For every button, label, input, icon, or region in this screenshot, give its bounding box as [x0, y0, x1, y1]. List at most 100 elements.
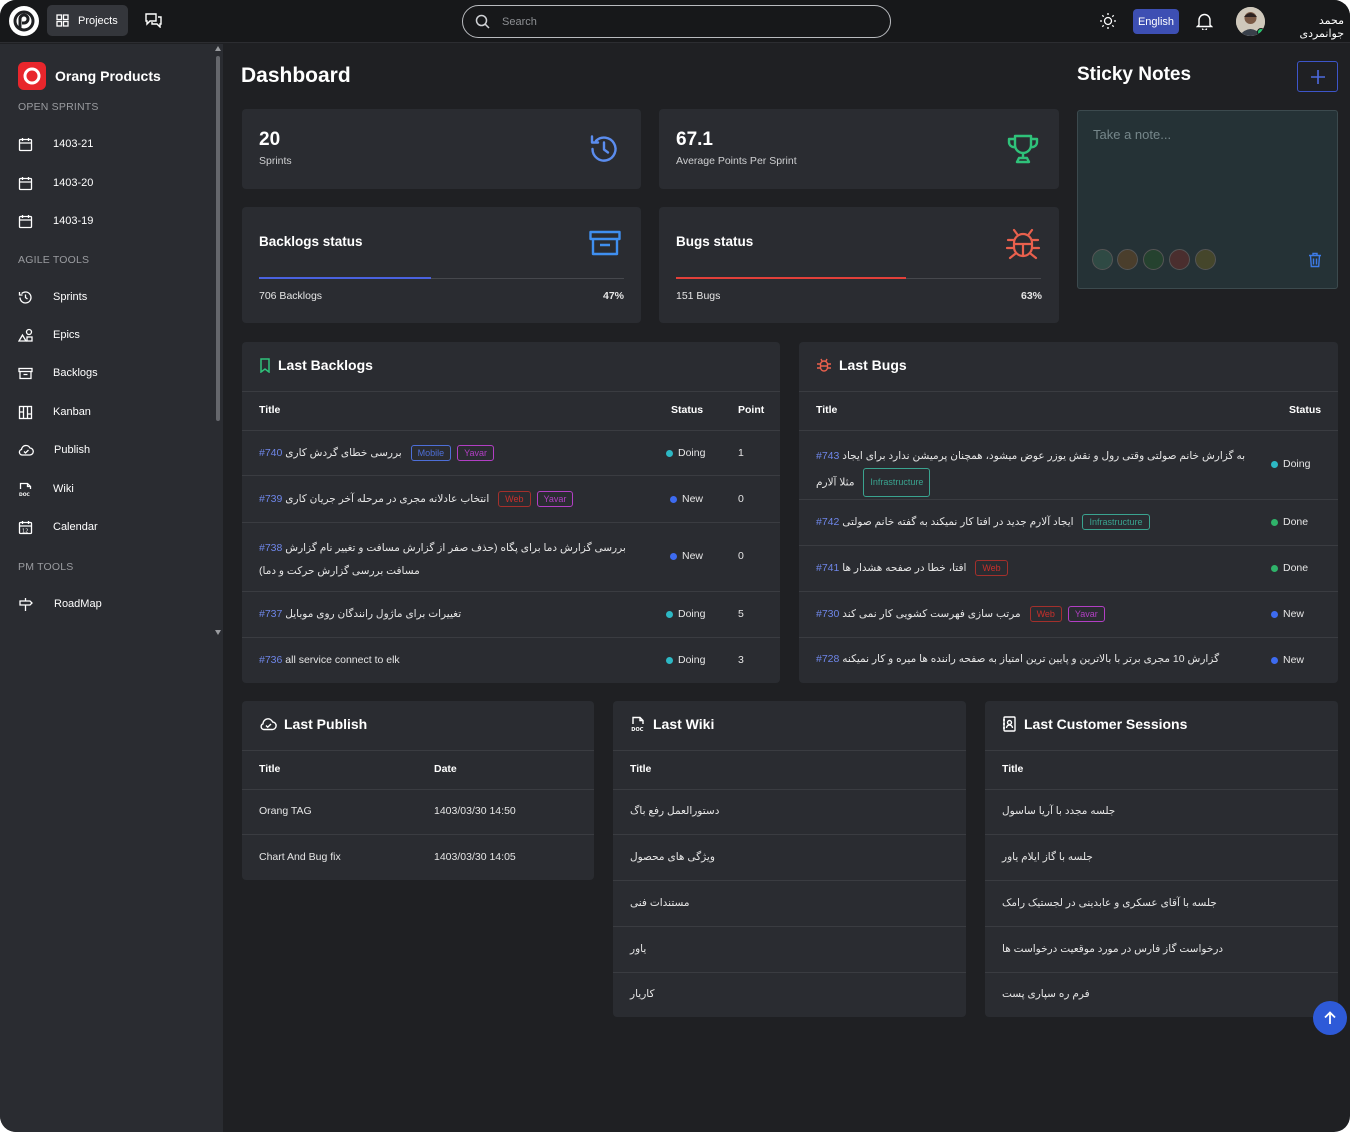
publish-row-title[interactable]: Orang TAG [259, 805, 312, 817]
wiki-row[interactable]: دستورالعمل رفع باگ [630, 805, 719, 817]
color-swatch-green[interactable] [1143, 249, 1164, 270]
sidebar-item-sprint-1403-21[interactable]: 1403-21 [18, 131, 208, 157]
table-row[interactable]: #741 افتا، خطا در صفحه هشدار ها Web [816, 560, 1256, 576]
column-point[interactable]: Point [738, 404, 764, 416]
sidebar-item-sprints[interactable]: Sprints [18, 284, 208, 310]
color-swatch-brown[interactable] [1117, 249, 1138, 270]
wiki-row[interactable]: ویژگی های محصول [630, 851, 715, 863]
publish-row-date: 1403/03/30 14:50 [434, 805, 516, 817]
point-value: 0 [738, 550, 744, 562]
table-row[interactable]: #742 ایجاد آلارم جدید در افتا کار نمیکند… [816, 514, 1256, 530]
point-value: 5 [738, 608, 744, 620]
column-status[interactable]: Status [671, 404, 703, 416]
publish-row-title[interactable]: Chart And Bug fix [259, 851, 341, 863]
table-row[interactable]: #736 all service connect to elk [259, 654, 649, 666]
column-title[interactable]: Title [259, 404, 280, 416]
publish-row-date: 1403/03/30 14:05 [434, 851, 516, 863]
theme-sun-icon[interactable] [1099, 12, 1117, 30]
last-wiki-table: DOC Last Wiki Title دستورالعمل رفع باگ و… [613, 701, 966, 1017]
table-row[interactable]: #743 به گزارش خانم صولتی وقتی رول و نقش … [816, 445, 1256, 497]
search-box[interactable] [462, 5, 891, 38]
tag-web: Web [975, 560, 1008, 576]
column-title[interactable]: Title [816, 404, 837, 416]
bugs-status-card: Bugs status 151 Bugs 63% [659, 207, 1059, 323]
calendar-icon [18, 137, 33, 151]
scroll-to-top-button[interactable] [1313, 1001, 1347, 1035]
sidebar-item-roadmap[interactable]: RoadMap [18, 591, 208, 617]
language-button[interactable]: English [1133, 9, 1179, 34]
sidebar-item-sprint-1403-19[interactable]: 1403-19 [18, 208, 208, 234]
projects-button[interactable]: Projects [47, 5, 128, 36]
table-row[interactable]: #739 انتخاب عادلانه مجری در مرحله آخر جر… [259, 491, 649, 507]
sidebar-item-backlogs[interactable]: Backlogs [18, 360, 208, 386]
color-swatch-red[interactable] [1169, 249, 1190, 270]
sidebar-item-publish[interactable]: Publish [18, 437, 208, 463]
user-name[interactable]: محمد جوانمردی [1272, 14, 1344, 40]
table-row[interactable]: #730 مرتب سازی فهرست کشویی کار نمی کند W… [816, 606, 1256, 622]
sticky-note [1077, 110, 1338, 289]
table-row[interactable]: #738 بررسی گزارش دما برای پگاه (حذف صفر … [259, 537, 629, 583]
last-publish-title: Last Publish [284, 716, 368, 732]
status-badge: Doing [666, 654, 705, 666]
add-note-button[interactable] [1297, 61, 1338, 92]
wiki-row[interactable]: مستندات فنی [630, 897, 690, 909]
sidebar-item-wiki[interactable]: DOC Wiki [18, 476, 208, 502]
organization-header[interactable]: Orang Products [18, 62, 161, 90]
notification-bell-icon[interactable] [1196, 12, 1213, 30]
table-row[interactable]: #728 گزارش 10 مجری برتر با بالاترین و پا… [816, 653, 1256, 665]
wiki-doc-icon: DOC [631, 716, 644, 732]
publish-check-icon [18, 444, 34, 456]
sidebar-scrollbar[interactable] [213, 44, 223, 638]
search-input[interactable] [502, 15, 882, 28]
delete-note-trash-icon[interactable] [1308, 252, 1322, 268]
contact-book-icon [1003, 716, 1016, 732]
search-icon [475, 14, 490, 29]
session-row[interactable]: فرم ره سپاری پست [1002, 988, 1090, 1000]
column-title[interactable]: Title [630, 763, 651, 775]
grid-icon [56, 14, 69, 27]
bookmark-icon [260, 357, 270, 373]
org-logo-icon [18, 62, 46, 90]
session-row[interactable]: جلسه با آقای عسکری و عابدینی در لجستیک ر… [1002, 897, 1217, 909]
column-title[interactable]: Title [1002, 763, 1023, 775]
plus-icon [1310, 69, 1325, 84]
last-backlogs-table: Last Backlogs Title Status Point #740 بر… [242, 342, 780, 683]
session-row[interactable]: جلسه با گاز ایلام یاور [1002, 851, 1093, 863]
table-row[interactable]: #737 تغییرات برای ماژول رانندگان روی موب… [259, 608, 649, 620]
arrow-up-icon [1324, 1011, 1336, 1024]
average-points-card: 67.1 ‎Average Points Per Sprint [659, 109, 1059, 189]
sidebar-item-calendar[interactable]: 12 Calendar [18, 514, 208, 540]
table-row[interactable]: #740 بررسی خطای گردش کاری Mobile Yavar [259, 445, 649, 461]
sprints-count-card: 20 Sprints [242, 109, 641, 189]
tag-web: Web [498, 491, 531, 507]
user-avatar[interactable] [1236, 7, 1265, 36]
point-value: 3 [738, 654, 744, 666]
column-status[interactable]: Status [1289, 404, 1321, 416]
color-swatch-teal[interactable] [1092, 249, 1113, 270]
note-input[interactable] [1093, 127, 1323, 217]
backlogs-percent: 47% [602, 290, 624, 302]
open-sprints-title: OPEN SPRINTS [18, 101, 99, 113]
wiki-doc-icon: DOC [19, 482, 32, 497]
app-logo[interactable] [9, 6, 39, 36]
sidebar-item-sprint-1403-20[interactable]: 1403-20 [18, 170, 208, 196]
tag-infrastructure: Infrastructure [1082, 514, 1150, 530]
column-title[interactable]: Title [259, 763, 280, 775]
sidebar-item-epics[interactable]: Epics [18, 322, 208, 348]
calendar-icon [18, 176, 33, 190]
session-row[interactable]: درخواست گاز فارس در مورد موقعیت درخواست … [1002, 943, 1223, 955]
sidebar-scroll-thumb[interactable] [216, 56, 220, 421]
sprints-count: 20 [259, 129, 281, 150]
session-row[interactable]: جلسه مجدد با آریا ساسول [1002, 805, 1115, 817]
color-swatch-olive[interactable] [1195, 249, 1216, 270]
bug-icon [817, 358, 831, 372]
sidebar-item-kanban[interactable]: Kanban [18, 399, 208, 425]
app-frame: Projects English محمد جوانمردی Orang Pro… [0, 0, 1350, 1132]
column-date[interactable]: Date [434, 763, 457, 775]
wiki-row[interactable]: کاریار [630, 988, 654, 1000]
wiki-row[interactable]: یاور [630, 943, 646, 955]
tag-infrastructure: Infrastructure [863, 468, 931, 497]
tag-yavar: Yavar [457, 445, 494, 461]
last-wiki-title: Last Wiki [653, 716, 715, 732]
chat-icon[interactable] [145, 13, 162, 28]
